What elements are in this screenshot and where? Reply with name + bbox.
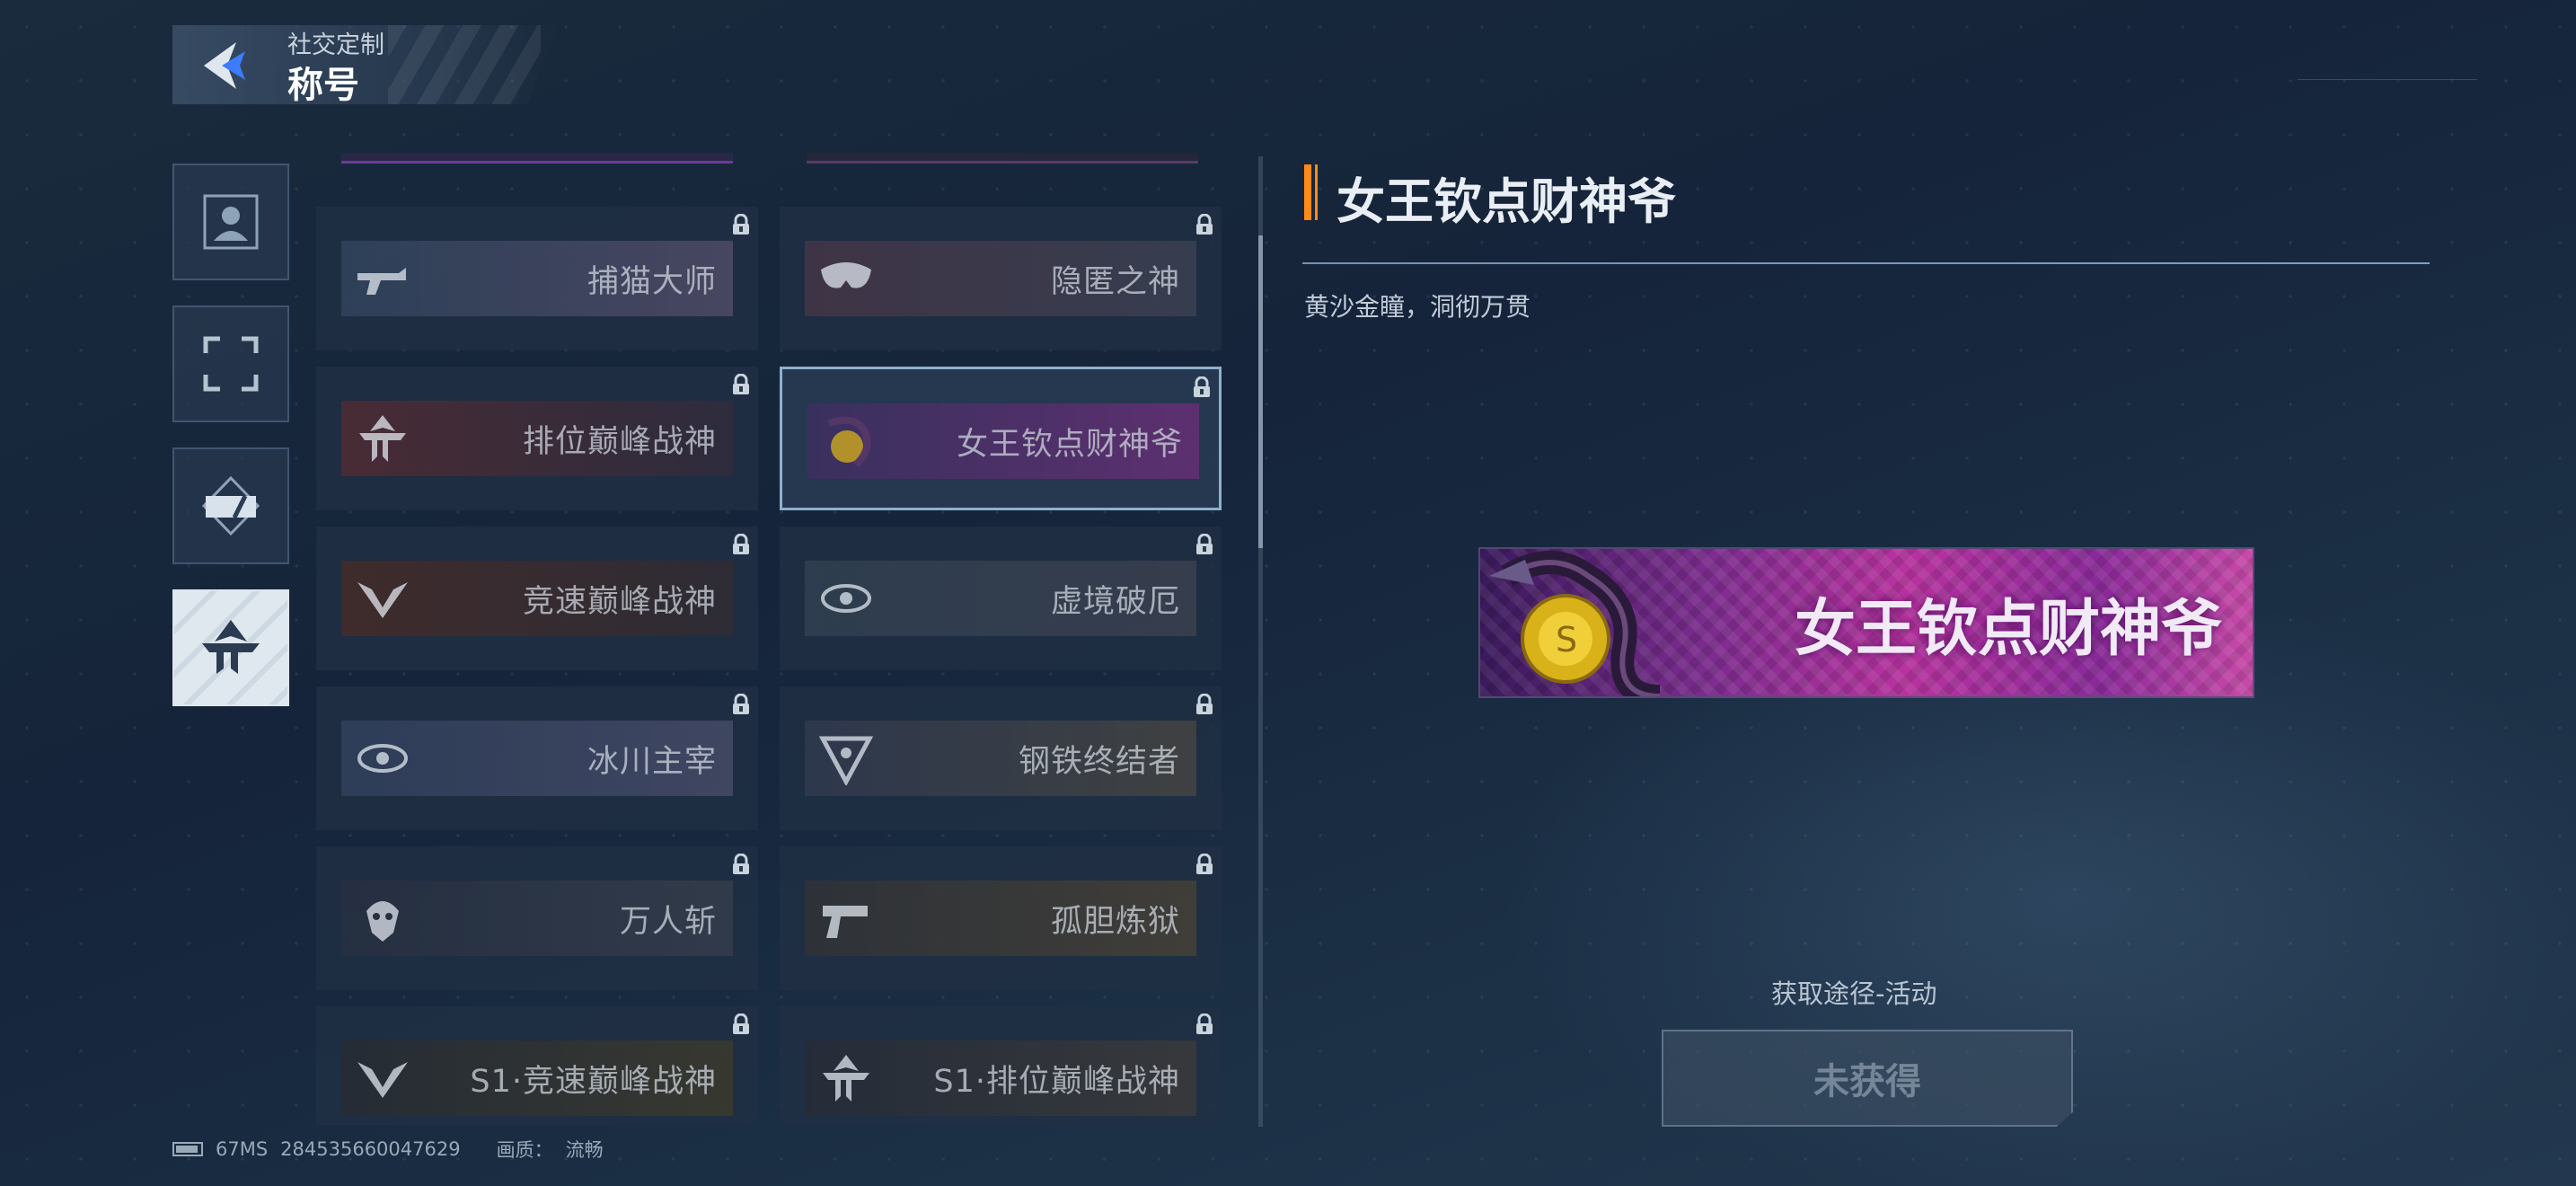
status-button[interactable]: 未获得 [1662,1030,2073,1127]
chat-bubble-icon [201,475,260,536]
avatar-icon [203,194,259,250]
title-banner: 女王钦点财神爷 [807,403,1199,479]
gun-emblem-icon [354,252,411,305]
title-banner: 虚境破厄 [805,561,1196,636]
title-label: 排位巅峰战神 [522,423,717,460]
quality-label: 画质： [496,1139,553,1161]
title-card[interactable]: 虚境破厄 [780,527,1222,670]
title-banner: 万人斩 [341,881,733,956]
lock-icon [731,853,751,875]
title-label: S1·排位巅峰战神 [933,1063,1180,1100]
snake-coin-icon [820,414,878,468]
eye-emblem-icon [354,731,411,785]
tt-emblem-icon [354,412,411,465]
v-shield-emblem-icon [817,731,875,785]
title-accent [1304,164,1311,220]
tt-emblem-icon [817,1051,875,1105]
v-wing-emblem-icon [354,1051,411,1105]
title-banner: 捕猫大师 [341,241,733,316]
title-card[interactable]: 孤胆炼狱 [780,846,1222,990]
title-card[interactable]: 捕猫大师 [316,207,758,350]
header-stripes [388,25,541,104]
title-label: 孤胆炼狱 [1050,903,1180,940]
title-label: 冰川主宰 [587,743,717,780]
preview-label: 女王钦点财神爷 [1794,593,2222,665]
title-label: 虚境破厄 [1050,583,1180,620]
scrollbar-thumb[interactable] [1258,235,1263,548]
lock-icon [731,693,751,715]
title-accent [1315,164,1318,220]
ping-value: 67MS [216,1138,269,1160]
title-banner: 孤胆炼狱 [805,881,1196,956]
title-banner: 隐匿之神 [805,241,1196,316]
page-title: 称号 [287,65,359,106]
mask-emblem-icon [817,252,875,305]
lock-icon [1195,853,1214,875]
title-list[interactable]: 捕猫大师 隐匿之神排位巅峰战神 女王钦点财神爷竞速巅峰战神 虚境破厄冰川主宰 钢铁终结者… [316,153,1222,1125]
clipped-row-top [807,153,1198,164]
back-button[interactable] [189,34,259,97]
title-card[interactable]: S1·竞速巅峰战神 [316,1006,758,1125]
detail-title: 女王钦点财神爷 [1337,173,1676,230]
status-footer: 67MS 284535660047629 画质： 流畅 [172,1136,604,1163]
quality-value: 流畅 [565,1139,604,1161]
lock-icon [731,213,751,235]
title-card[interactable]: 排位巅峰战神 [316,367,758,510]
title-label: 女王钦点财神爷 [956,426,1183,463]
title-card[interactable]: 钢铁终结者 [780,686,1222,830]
tt-logo-icon [202,620,260,674]
user-id: 284535660047629 [280,1138,461,1160]
status-button-label: 未获得 [1813,1061,1921,1102]
title-label: 隐匿之神 [1050,263,1180,300]
battery-icon [172,1142,203,1156]
category-tab-title[interactable] [172,589,289,706]
title-banner: 竞速巅峰战神 [341,561,733,636]
title-label: S1·竞速巅峰战神 [470,1063,717,1100]
hud-decoration [2298,79,2477,115]
title-banner: S1·排位巅峰战神 [805,1040,1196,1116]
title-card[interactable]: S1·排位巅峰战神 [780,1006,1222,1125]
title-banner: 冰川主宰 [341,721,733,796]
title-banner: 钢铁终结者 [805,721,1196,796]
title-label: 竞速巅峰战神 [522,583,717,620]
title-card[interactable]: 冰川主宰 [316,686,758,830]
svg-text:S: S [1556,620,1577,659]
title-label: 捕猫大师 [587,263,717,300]
acquire-method: 获取途径-活动 [1771,978,1937,1009]
lock-icon [1195,1013,1214,1035]
category-tab-frame[interactable] [172,305,289,422]
lock-icon [731,533,751,555]
clipped-row-top [341,153,733,164]
back-arrow-icon [204,42,245,89]
lock-icon [731,373,751,395]
title-card[interactable]: 竞速巅峰战神 [316,527,758,670]
v-wing-emblem-icon [354,571,411,625]
snake-coin-icon: S [1489,551,1661,696]
title-label: 钢铁终结者 [1018,743,1180,780]
frame-corners-icon [203,336,259,392]
title-card[interactable]: 女王钦点财神爷 [780,367,1222,510]
category-tab-bubble[interactable] [172,447,289,564]
title-card[interactable]: 隐匿之神 [780,207,1222,350]
lock-icon [1192,376,1212,398]
title-label: 万人斩 [619,903,717,940]
divider [1302,262,2430,264]
lock-icon [1195,693,1214,715]
title-preview-banner: S 女王钦点财神爷 [1480,549,2253,696]
title-banner: 排位巅峰战神 [341,401,733,476]
lock-icon [1195,533,1214,555]
skull-emblem-icon [354,891,411,945]
detail-description: 黄沙金瞳，洞彻万贯 [1304,292,1531,322]
title-card[interactable]: 万人斩 [316,846,758,990]
eye-emblem-icon [817,571,875,625]
lock-icon [731,1013,751,1035]
title-banner: S1·竞速巅峰战神 [341,1040,733,1116]
pistol-emblem-icon [817,891,875,945]
category-tab-avatar[interactable] [172,164,289,280]
lock-icon [1195,213,1214,235]
